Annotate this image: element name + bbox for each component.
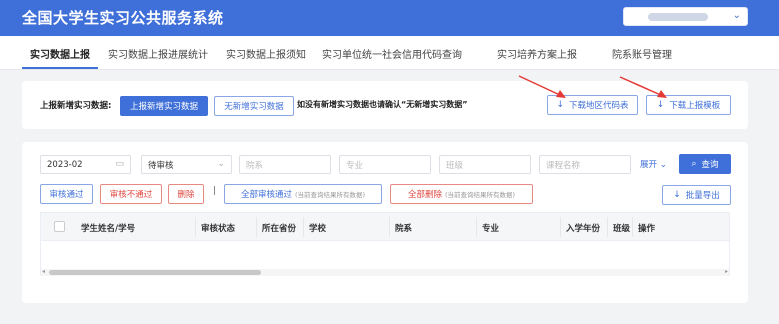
status-value: 待审核 (148, 160, 174, 171)
column-divider (256, 217, 257, 237)
calendar-icon: ▭ (115, 159, 124, 169)
delete-all-note: (当前查询结果所有数据) (444, 191, 516, 199)
approve-all-label: 全部审核通过 (240, 190, 292, 200)
class-input[interactable]: 班级 (439, 155, 531, 174)
batch-export-label: 批量导出 (685, 191, 720, 201)
approve-all-note: (当前查询结果所有数据) (294, 191, 366, 199)
column-header: 所在省份 (262, 224, 297, 234)
tab-department-accounts[interactable]: 院系账号管理 (612, 46, 672, 61)
column-divider (389, 217, 390, 237)
status-select[interactable]: 待审核 ⌄ (141, 155, 232, 174)
approve-all-button[interactable]: 全部审核通过 (当前查询结果所有数据) (224, 184, 382, 204)
column-divider (195, 217, 196, 237)
select-all-checkbox[interactable] (54, 221, 65, 232)
column-header: 学生姓名/学号 (81, 224, 136, 234)
department-input[interactable]: 院系 (239, 155, 331, 174)
expand-label: 展开 (640, 160, 658, 170)
column-divider (560, 217, 561, 237)
major-input[interactable]: 专业 (339, 155, 431, 174)
delete-all-button[interactable]: 全部删除 (当前查询结果所有数据) (390, 184, 533, 204)
delete-button[interactable]: 删除 (168, 184, 204, 204)
download-icon: ↓ (673, 190, 681, 200)
user-name-redacted (648, 13, 708, 21)
tab-training-plan[interactable]: 实习培养方案上报 (497, 46, 577, 61)
reject-button[interactable]: 审核不通过 (100, 184, 162, 204)
download-region-codes-label: 下载地区代码表 (569, 101, 629, 111)
column-divider (632, 217, 633, 237)
user-menu-dropdown[interactable]: ⌄ (623, 7, 748, 26)
scroll-thumb[interactable] (49, 270, 261, 275)
report-new-data-button[interactable]: 上报新增实习数据 (120, 96, 208, 116)
confirm-hint: 如没有新增实习数据也请确认“无新增实习数据” (297, 100, 468, 109)
active-tab-indicator (22, 67, 98, 69)
tab-report-notice[interactable]: 实习数据上报须知 (226, 46, 306, 61)
column-header: 学校 (309, 224, 327, 234)
main-nav: 实习数据上报 实习数据上报进展统计 实习数据上报须知 实习单位统一社会信用代码查… (0, 36, 779, 70)
date-value: 2023-02 (47, 159, 83, 170)
search-button[interactable]: ⌕ 查询 (679, 154, 731, 174)
download-region-codes-button[interactable]: ↓ 下载地区代码表 (547, 95, 638, 115)
app-title: 全国大学生实习公共服务系统 (22, 9, 224, 27)
tab-report-data[interactable]: 实习数据上报 (30, 46, 90, 61)
column-header: 院系 (395, 224, 413, 234)
no-new-data-button[interactable]: 无新增实习数据 (214, 96, 294, 116)
batch-export-button[interactable]: ↓ 批量导出 (662, 185, 731, 205)
search-icon: ⌕ (691, 159, 697, 169)
column-header: 专业 (482, 224, 500, 234)
column-divider (303, 217, 304, 237)
date-picker[interactable]: 2023-02 ▭ (40, 155, 131, 174)
column-header: 班级 (613, 224, 631, 234)
column-header: 审核状态 (201, 224, 236, 234)
table-header: 学生姓名/学号 审核状态 所在省份 学校 院系 专业 入学年份 班级 操作 (41, 213, 729, 241)
chevron-down-icon: ⌄ (217, 159, 225, 169)
horizontal-scrollbar[interactable]: ◂ ▸ (41, 268, 729, 276)
download-template-label: 下载上报模板 (669, 101, 721, 111)
expand-toggle[interactable]: 展开 ⌄ (640, 158, 667, 170)
search-label: 查询 (701, 160, 719, 170)
tab-report-progress[interactable]: 实习数据上报进展统计 (108, 46, 208, 61)
data-table: 学生姓名/学号 审核状态 所在省份 学校 院系 专业 入学年份 班级 操作 ◂ … (40, 212, 730, 276)
course-input[interactable]: 课程名称 (539, 155, 631, 174)
delete-all-label: 全部删除 (407, 190, 442, 200)
action-separator: | (213, 186, 217, 196)
app-header: 全国大学生实习公共服务系统 ⌄ (0, 0, 779, 36)
column-divider (607, 217, 608, 237)
scroll-right-icon[interactable]: ▸ (725, 268, 728, 275)
column-header: 操作 (638, 224, 656, 234)
column-header: 入学年份 (566, 224, 601, 234)
scroll-left-icon[interactable]: ◂ (42, 268, 45, 275)
approve-button[interactable]: 审核通过 (40, 184, 93, 204)
download-icon: ↓ (556, 100, 565, 110)
download-template-button[interactable]: ↓ 下载上报模板 (646, 95, 731, 115)
download-icon: ↓ (656, 100, 665, 110)
chevron-down-icon: ⌄ (659, 160, 667, 170)
report-label: 上报新增实习数据: (40, 101, 112, 111)
tab-credit-code-query[interactable]: 实习单位统一社会信用代码查询 (322, 46, 462, 61)
chevron-down-icon: ⌄ (732, 10, 741, 21)
column-divider (476, 217, 477, 237)
